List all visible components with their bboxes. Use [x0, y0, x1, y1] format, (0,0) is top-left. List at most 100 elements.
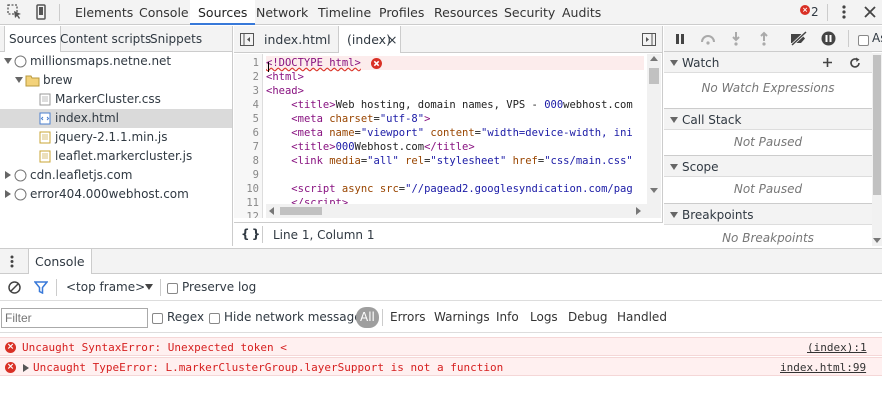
section-watch[interactable]: Watch — [664, 51, 872, 73]
toggle-debugger-icon[interactable] — [642, 33, 656, 46]
level-errors[interactable]: Errors — [390, 310, 426, 324]
text-cursor — [268, 62, 269, 72]
tab-sources[interactable]: Sources — [190, 0, 256, 25]
level-all[interactable]: All — [356, 307, 379, 328]
inspect-element-icon[interactable] — [7, 4, 23, 20]
editor-tabs: index.html (index) × — [234, 26, 662, 53]
code-line: <html> — [266, 71, 304, 83]
tree-item-folder[interactable]: brew — [0, 71, 232, 90]
filter-icon[interactable] — [34, 281, 48, 294]
error-count[interactable]: 2 — [811, 0, 819, 25]
error-icon: × — [5, 342, 16, 353]
tree-item-domain[interactable]: error404.000webhost.com — [0, 185, 232, 204]
code-line: <meta charset="utf-8"> — [291, 113, 431, 125]
editor-tab-index-html[interactable]: index.html — [256, 26, 339, 53]
step-into-icon[interactable] — [730, 31, 742, 46]
tree-item-domain[interactable]: cdn.leafletjs.com — [0, 166, 232, 185]
tab-network[interactable]: Network — [248, 0, 316, 25]
tab-console[interactable]: Console — [131, 0, 197, 25]
nav-tab-sources[interactable]: Sources — [4, 26, 62, 52]
console-drawer-header: Console — [0, 248, 882, 274]
code-line: <title>Web hosting, domain names, VPS - … — [291, 99, 633, 111]
console-error-message[interactable]: × Uncaught SyntaxError: Unexpected token… — [0, 337, 882, 356]
tab-resources[interactable]: Resources — [426, 0, 506, 25]
close-tab-icon[interactable]: × — [387, 26, 397, 53]
editor-status-bar: { } Line 1, Column 1 — [234, 222, 663, 246]
folder-icon — [25, 75, 40, 87]
collapsed-triangle-icon — [5, 171, 11, 179]
watch-empty-text: No Watch Expressions — [701, 81, 835, 95]
tab-profiles[interactable]: Profiles — [371, 0, 432, 25]
debugger-toolbar: As — [664, 26, 882, 52]
add-watch-icon[interactable] — [822, 57, 833, 68]
message-source-link[interactable]: (index):1 — [807, 338, 867, 357]
editor-tab-index[interactable]: (index) × — [338, 26, 401, 53]
more-menu-icon[interactable] — [838, 4, 850, 20]
level-info[interactable]: Info — [496, 310, 519, 324]
frame-dropdown-icon[interactable] — [145, 284, 153, 290]
tree-item-file[interactable]: jquery-2.1.1.min.js — [0, 128, 232, 147]
error-marker-icon[interactable] — [371, 58, 382, 69]
close-devtools-icon[interactable] — [864, 6, 876, 18]
console-filter-bar: Regex Hide network messages All Errors W… — [0, 302, 882, 333]
source-editor: index.html (index) × <!DOCTYPE html> <ht… — [234, 26, 663, 246]
devtools-toolbar: Elements Console Sources Network Timelin… — [0, 0, 882, 25]
js-file-icon — [39, 150, 51, 163]
regex-label: Regex — [167, 310, 205, 324]
drawer-tab-console[interactable]: Console — [28, 249, 92, 274]
section-breakpoints[interactable]: Breakpoints — [664, 203, 872, 225]
editor-vertical-scrollbar[interactable] — [647, 54, 661, 218]
debugger-scrollbar[interactable] — [872, 53, 882, 246]
css-file-icon — [39, 93, 51, 106]
clear-console-icon[interactable] — [8, 281, 21, 294]
level-debug[interactable]: Debug — [568, 310, 607, 324]
navigator-panel: Sources Content scripts Snippets million… — [0, 26, 233, 246]
console-error-message[interactable]: × Uncaught TypeError: L.markerClusterGro… — [0, 357, 882, 376]
cloud-domain-icon — [14, 169, 27, 182]
nav-tab-content-scripts[interactable]: Content scripts — [56, 26, 155, 52]
drawer-menu-icon[interactable] — [8, 254, 16, 269]
hide-network-checkbox[interactable] — [209, 311, 220, 325]
expanded-triangle-icon — [4, 58, 12, 64]
tab-timeline[interactable]: Timeline — [310, 0, 379, 25]
deactivate-breakpoints-icon[interactable] — [789, 31, 809, 46]
expand-triangle-icon[interactable] — [23, 364, 29, 372]
code-line: <!DOCTYPE html> — [266, 56, 644, 70]
section-scope[interactable]: Scope — [664, 155, 872, 177]
device-mode-icon[interactable] — [33, 4, 49, 20]
step-out-icon[interactable] — [758, 31, 770, 46]
collapsed-triangle-icon — [5, 190, 11, 198]
async-checkbox[interactable] — [858, 33, 869, 47]
cloud-domain-icon — [14, 55, 27, 68]
tab-audits[interactable]: Audits — [554, 0, 609, 25]
error-count-icon[interactable]: × — [800, 5, 810, 15]
section-call-stack[interactable]: Call Stack — [664, 108, 872, 130]
expanded-triangle-icon — [670, 164, 678, 170]
tree-item-file[interactable]: leaflet.markercluster.js — [0, 147, 232, 166]
preserve-log-label: Preserve log — [182, 280, 257, 294]
editor-horizontal-scrollbar[interactable] — [266, 204, 647, 218]
expanded-triangle-icon — [15, 77, 23, 83]
code-area[interactable]: <!DOCTYPE html> <html> <head> <title>Web… — [266, 54, 646, 218]
debugger-sidebar: As Watch No Watch Expressions Call Stack… — [664, 26, 882, 246]
frame-select[interactable]: <top frame> — [66, 280, 145, 294]
preserve-log-checkbox[interactable] — [167, 281, 178, 295]
regex-checkbox[interactable] — [152, 311, 163, 325]
pause-icon[interactable] — [674, 33, 686, 45]
level-logs[interactable]: Logs — [530, 310, 558, 324]
pause-on-exceptions-icon[interactable] — [821, 31, 836, 46]
message-source-link[interactable]: index.html:99 — [780, 358, 866, 377]
nav-tab-snippets[interactable]: Snippets — [146, 26, 206, 52]
level-warnings[interactable]: Warnings — [434, 310, 490, 324]
pretty-print-button[interactable]: { } — [241, 227, 260, 241]
refresh-icon[interactable] — [849, 57, 861, 69]
tree-item-domain[interactable]: millionsmaps.netne.net — [0, 52, 232, 71]
error-icon: × — [5, 362, 16, 373]
tree-item-file-selected[interactable]: index.html — [0, 109, 232, 128]
tree-item-file[interactable]: MarkerCluster.css — [0, 90, 232, 109]
level-handled[interactable]: Handled — [617, 310, 667, 324]
js-file-icon — [39, 131, 51, 144]
step-over-icon[interactable] — [700, 33, 716, 45]
filter-input[interactable] — [1, 308, 148, 328]
toggle-navigator-icon[interactable] — [240, 33, 254, 46]
